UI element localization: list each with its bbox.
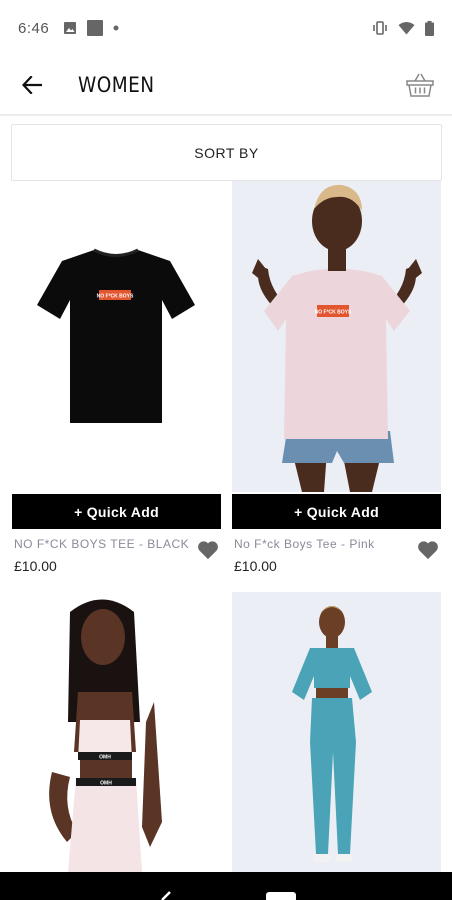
battery-icon: [425, 20, 434, 36]
heart-icon[interactable]: [417, 540, 439, 560]
page-title: WOMEN: [78, 73, 155, 97]
system-navigation-bar: [0, 872, 452, 900]
status-system-icons: [372, 20, 434, 36]
product-card[interactable]: NO F*CK BOYS + Quick Add NO F*CK BOYS TE…: [12, 181, 221, 581]
sort-by-button[interactable]: SORT BY: [11, 124, 442, 181]
basket-icon: [406, 73, 434, 97]
band-logo-text: OMH: [100, 781, 112, 787]
image-icon: [64, 22, 77, 34]
product-name[interactable]: NO F*CK BOYS TEE - BLACK: [14, 537, 189, 551]
product-price: £10.00: [234, 558, 277, 574]
app-bar: WOMEN: [0, 56, 452, 114]
quick-add-button[interactable]: + Quick Add: [12, 494, 221, 529]
back-nav-icon[interactable]: [156, 872, 176, 900]
arrow-left-icon: [22, 76, 42, 94]
product-name[interactable]: No F*ck Boys Tee - Pink: [234, 537, 375, 551]
product-card[interactable]: OMH OMH: [12, 592, 221, 872]
product-image[interactable]: OMH OMH: [12, 592, 221, 872]
status-time: 6:46: [18, 19, 50, 37]
tee-logo-text: NO F*CK BOYS: [97, 294, 134, 300]
home-nav-icon[interactable]: [266, 872, 296, 900]
wifi-icon: [398, 22, 415, 35]
quick-add-button[interactable]: + Quick Add: [232, 494, 441, 529]
heart-icon[interactable]: [197, 540, 219, 560]
status-bar: 6:46: [0, 0, 452, 56]
product-price: £10.00: [14, 558, 57, 574]
status-notification-icons: [63, 20, 119, 36]
product-image[interactable]: [232, 592, 441, 872]
product-card[interactable]: NO F*CK BOYS + Quick Add No F*ck Boys Te…: [232, 181, 441, 581]
band-logo-text: OMH: [99, 755, 111, 761]
basket-button[interactable]: [388, 56, 452, 114]
tee-logo-text: NO F*CK BOYS: [315, 310, 352, 316]
back-button[interactable]: [0, 56, 64, 114]
vibrate-icon: [373, 21, 387, 35]
header-divider: [0, 114, 452, 116]
dot-icon: [113, 25, 119, 31]
square-icon: [87, 20, 104, 36]
product-image[interactable]: NO F*CK BOYS: [232, 181, 441, 492]
product-card[interactable]: [232, 592, 441, 872]
product-image[interactable]: NO F*CK BOYS: [12, 181, 221, 492]
